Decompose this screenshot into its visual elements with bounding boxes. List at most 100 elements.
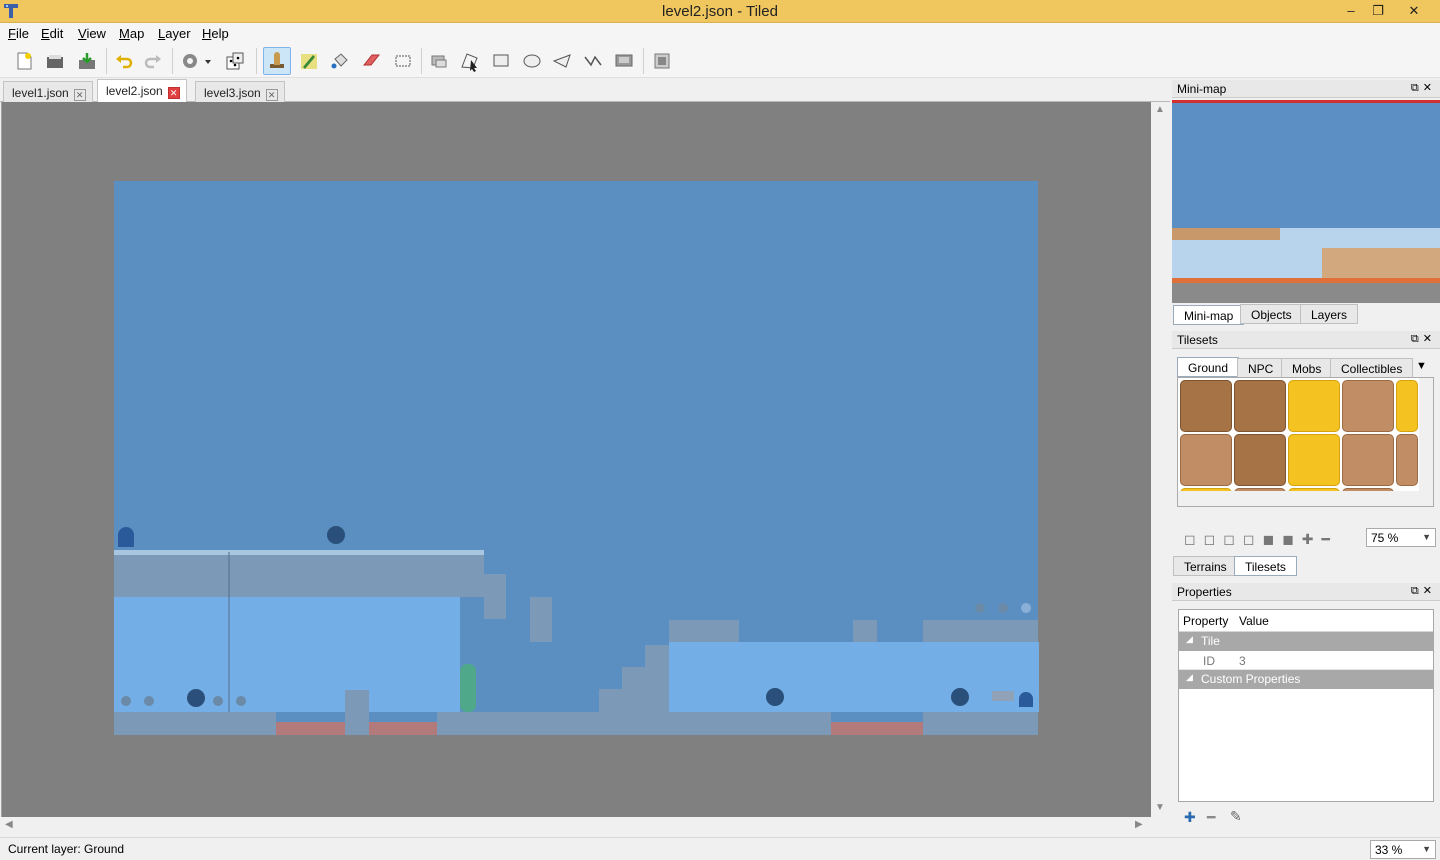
water-area-right: [669, 642, 1039, 712]
minimap-view[interactable]: [1172, 103, 1440, 303]
close-tab-icon[interactable]: ✕: [73, 89, 86, 101]
ground-platform: [114, 552, 484, 597]
properties-title: Properties ⧉✕: [1172, 583, 1440, 601]
tab-mobs[interactable]: Mobs: [1281, 358, 1333, 378]
minimap-dock: Mini-map ⧉✕ Mini-map Objects Layers: [1172, 80, 1440, 326]
insert-tile-icon[interactable]: [610, 47, 638, 75]
new-map-icon[interactable]: [10, 47, 38, 75]
tab-collectibles[interactable]: Collectibles: [1330, 358, 1414, 378]
stamp-brush-icon[interactable]: [263, 47, 291, 75]
edit-polygons-icon[interactable]: [456, 47, 484, 75]
map-canvas[interactable]: [1, 102, 1151, 817]
insert-polyline-icon[interactable]: [579, 47, 607, 75]
tab-level1[interactable]: level1.json ✕: [3, 81, 93, 102]
property-row-id[interactable]: ID 3: [1179, 651, 1433, 670]
status-bar: Current layer: Ground 33 % ▼: [0, 837, 1440, 860]
level-map[interactable]: [2, 102, 1152, 817]
tileset-zoom-select[interactable]: 75 % ▼: [1366, 528, 1436, 547]
dock-buttons[interactable]: ⧉✕: [1411, 81, 1436, 95]
tab-objects[interactable]: Objects: [1240, 304, 1303, 324]
tileset-tile[interactable]: [1342, 434, 1394, 486]
plant-sprite: [460, 664, 476, 712]
menu-layer[interactable]: Layer: [158, 26, 191, 41]
dock-buttons[interactable]: ⧉✕: [1411, 332, 1436, 346]
column-property: Property: [1183, 614, 1229, 628]
tab-ground[interactable]: Ground: [1177, 357, 1240, 377]
tileset-tile[interactable]: [1234, 380, 1286, 432]
tab-npc[interactable]: NPC: [1237, 358, 1285, 378]
tileset-tile[interactable]: [1342, 380, 1394, 432]
bucket-fill-icon[interactable]: [326, 47, 354, 75]
tileset-tile[interactable]: [1180, 380, 1232, 432]
insert-ellipse-icon[interactable]: [518, 47, 546, 75]
tab-label: level3.json: [204, 86, 261, 100]
close-tab-icon[interactable]: ✕: [167, 87, 180, 99]
menu-map[interactable]: Map: [119, 26, 144, 41]
tab-level3[interactable]: level3.json ✕: [195, 81, 285, 102]
magic-wand-icon[interactable]: [648, 47, 676, 75]
tileset-tile[interactable]: [1396, 434, 1418, 486]
menu-bar: File Edit View Map Layer Help: [0, 23, 1440, 44]
close-button[interactable]: ✕: [1401, 2, 1427, 20]
tileset-hscroll[interactable]: [1178, 491, 1419, 506]
tileset-tile[interactable]: [1288, 434, 1340, 486]
chevron-down-icon[interactable]: ▼: [1416, 360, 1427, 372]
menu-help[interactable]: Help: [202, 26, 229, 41]
tilesets-dock: Tilesets ⧉✕ Ground NPC Mobs Collectibles …: [1172, 331, 1440, 579]
enemy-sprite: [951, 688, 969, 706]
column-value: Value: [1239, 614, 1269, 628]
save-icon[interactable]: [73, 47, 101, 75]
open-icon[interactable]: [41, 47, 69, 75]
title-bar: level2.json - Tiled – ❐ ✕: [0, 0, 1440, 23]
tab-layers[interactable]: Layers: [1300, 304, 1359, 324]
tileset-tile[interactable]: [1288, 380, 1340, 432]
group-custom-properties[interactable]: ◢ Custom Properties: [1179, 670, 1433, 689]
undo-icon[interactable]: [110, 47, 138, 75]
add-property-icon[interactable]: ✚: [1184, 809, 1196, 826]
rect-select-icon[interactable]: [389, 47, 417, 75]
tab-level2[interactable]: level2.json ✕: [97, 79, 187, 102]
enemy-sprite: [766, 688, 784, 706]
enemy-sprite: [187, 689, 205, 707]
tab-minimap[interactable]: Mini-map: [1173, 305, 1245, 325]
commands-icon[interactable]: [178, 47, 218, 75]
tileset-action-icons[interactable]: ◻◻◻◻◼◼✚━: [1184, 531, 1338, 548]
redo-icon[interactable]: [139, 47, 167, 75]
random-mode-icon[interactable]: [221, 47, 249, 75]
door-sprite: [118, 527, 134, 547]
tilesets-title: Tilesets ⧉✕: [1172, 331, 1440, 349]
property-name: ID: [1203, 654, 1215, 668]
terrain-brush-icon[interactable]: [295, 47, 323, 75]
zoom-select[interactable]: 33 % ▼: [1370, 840, 1436, 859]
remove-property-icon[interactable]: ━: [1207, 809, 1215, 826]
tab-terrains[interactable]: Terrains: [1173, 556, 1238, 576]
minimap-title: Mini-map ⧉✕: [1172, 80, 1440, 98]
maximize-button[interactable]: ❐: [1365, 2, 1391, 20]
eraser-icon[interactable]: [357, 47, 385, 75]
minimize-button[interactable]: –: [1338, 2, 1364, 20]
menu-file[interactable]: File: [8, 26, 29, 41]
select-objects-icon[interactable]: [425, 47, 453, 75]
tileset-vscroll[interactable]: [1419, 378, 1433, 506]
insert-polygon-icon[interactable]: [548, 47, 576, 75]
menu-view[interactable]: View: [78, 26, 106, 41]
rename-property-icon[interactable]: ✎: [1230, 808, 1242, 825]
tileset-tile[interactable]: [1234, 434, 1286, 486]
water-area: [114, 597, 460, 712]
tileset-tile[interactable]: [1396, 380, 1418, 432]
close-tab-icon[interactable]: ✕: [265, 89, 278, 101]
tileset-tile[interactable]: [1180, 434, 1232, 486]
vertical-scrollbar[interactable]: ▲ ▼: [1151, 102, 1168, 817]
properties-table[interactable]: Property Value ◢ Tile ID 3 ◢ Custom Proper…: [1178, 609, 1434, 802]
tileset-view[interactable]: [1177, 377, 1434, 507]
window-title: level2.json - Tiled: [662, 3, 778, 20]
property-value[interactable]: 3: [1239, 654, 1246, 668]
horizontal-scrollbar[interactable]: ◀ ▶: [1, 817, 1151, 834]
group-tile[interactable]: ◢ Tile: [1179, 632, 1433, 651]
document-tabs: level1.json ✕ level2.json ✕ level3.json ✕: [0, 79, 1170, 102]
enemy-sprite: [327, 526, 345, 544]
tab-tilesets[interactable]: Tilesets: [1234, 556, 1297, 576]
menu-edit[interactable]: Edit: [41, 26, 63, 41]
dock-buttons[interactable]: ⧉✕: [1411, 584, 1436, 598]
insert-rectangle-icon[interactable]: [487, 47, 515, 75]
